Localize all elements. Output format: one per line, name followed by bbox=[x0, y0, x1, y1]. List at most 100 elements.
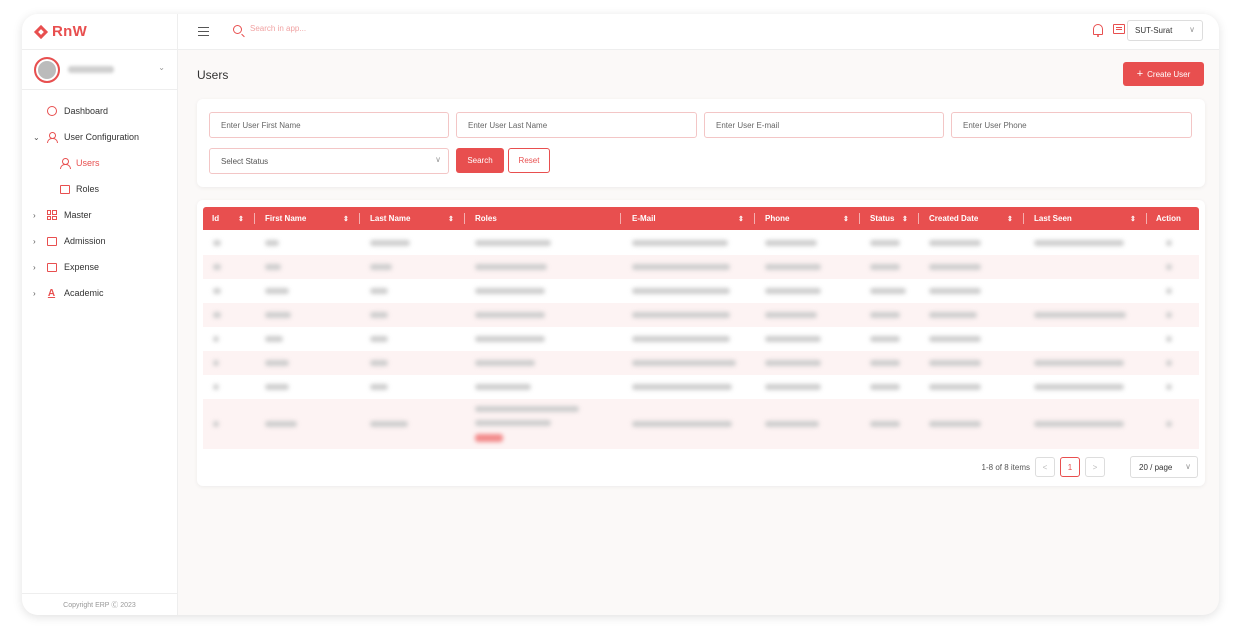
sidebar-item-master[interactable]: › Master bbox=[22, 202, 177, 228]
sort-icon[interactable]: ⇕ bbox=[448, 215, 454, 223]
column-header-label: Action bbox=[1156, 214, 1181, 223]
table-cell-blurred bbox=[929, 336, 981, 342]
app-window: RnW ⌄ Dashboard ⌄ User Configuration Use… bbox=[22, 14, 1219, 615]
sidebar-item-expense[interactable]: › Expense bbox=[22, 254, 177, 280]
sidebar-item-admission[interactable]: › Admission bbox=[22, 228, 177, 254]
dashboard-icon bbox=[46, 106, 57, 117]
search-button[interactable]: Search bbox=[456, 148, 504, 173]
chat-icon[interactable] bbox=[1113, 24, 1125, 34]
next-page-button[interactable]: > bbox=[1085, 457, 1105, 477]
column-header-created-date[interactable]: Created Date bbox=[929, 207, 978, 230]
logo[interactable]: RnW bbox=[22, 14, 177, 50]
table-cell-blurred bbox=[213, 312, 221, 318]
table-row[interactable] bbox=[203, 399, 1199, 449]
column-header-last-seen[interactable]: Last Seen bbox=[1034, 207, 1072, 230]
action-icon[interactable] bbox=[1166, 421, 1172, 427]
action-icon[interactable] bbox=[1166, 264, 1172, 270]
email-input[interactable] bbox=[704, 112, 944, 138]
table-cell-blurred bbox=[765, 312, 817, 318]
action-icon[interactable] bbox=[1166, 384, 1172, 390]
column-header-id[interactable]: Id bbox=[212, 207, 219, 230]
status-select-placeholder: Select Status bbox=[221, 156, 269, 166]
chevron-down-icon: ⌄ bbox=[158, 63, 165, 72]
table-cell-blurred bbox=[265, 384, 289, 390]
table-row[interactable] bbox=[203, 375, 1199, 399]
status-select[interactable]: Select Status ∨ bbox=[209, 148, 449, 174]
table-cell-blurred bbox=[632, 336, 730, 342]
branch-select-value: SUT-Surat bbox=[1135, 26, 1173, 35]
page-title: Users bbox=[197, 68, 229, 82]
table-cell-blurred bbox=[265, 264, 281, 270]
table-row[interactable] bbox=[203, 303, 1199, 327]
first-name-input[interactable] bbox=[209, 112, 449, 138]
academic-icon: A bbox=[47, 287, 56, 299]
sidebar-item-academic[interactable]: › A Academic bbox=[22, 280, 177, 306]
table-cell-blurred bbox=[475, 384, 531, 390]
bell-icon[interactable] bbox=[1093, 24, 1103, 37]
sort-icon[interactable]: ⇕ bbox=[238, 215, 244, 223]
action-icon[interactable] bbox=[1166, 312, 1172, 318]
table-row[interactable] bbox=[203, 231, 1199, 255]
table-row[interactable] bbox=[203, 351, 1199, 375]
user-icon bbox=[46, 132, 58, 143]
sidebar-nav: Dashboard ⌄ User Configuration Users Rol… bbox=[22, 90, 177, 306]
reset-button[interactable]: Reset bbox=[508, 148, 550, 173]
menu-icon[interactable] bbox=[198, 27, 209, 36]
table-row[interactable] bbox=[203, 279, 1199, 303]
action-icon[interactable] bbox=[1166, 360, 1172, 366]
table-cell-blurred bbox=[1034, 384, 1124, 390]
column-header-email[interactable]: E-Mail bbox=[632, 207, 656, 230]
sort-icon[interactable]: ⇕ bbox=[843, 215, 849, 223]
table-cell-blurred bbox=[870, 421, 900, 427]
sidebar-item-dashboard[interactable]: Dashboard bbox=[22, 98, 177, 124]
table-row[interactable] bbox=[203, 327, 1199, 351]
action-icon[interactable] bbox=[1166, 336, 1172, 342]
page-size-select[interactable]: 20 / page ∨ bbox=[1130, 456, 1198, 478]
search-input[interactable] bbox=[250, 24, 400, 33]
last-name-input[interactable] bbox=[456, 112, 697, 138]
table-cell-blurred bbox=[475, 288, 545, 294]
table-cell-blurred bbox=[632, 264, 730, 270]
column-divider bbox=[918, 213, 919, 224]
sidebar-item-label: Expense bbox=[64, 262, 100, 272]
action-icon[interactable] bbox=[1166, 288, 1172, 294]
table-cell-blurred bbox=[1034, 360, 1124, 366]
table-cell-blurred bbox=[632, 421, 732, 427]
prev-page-button[interactable]: < bbox=[1035, 457, 1055, 477]
page-number-button[interactable]: 1 bbox=[1060, 457, 1080, 477]
branch-select[interactable]: SUT-Surat ∨ bbox=[1127, 20, 1203, 41]
table-row[interactable] bbox=[203, 255, 1199, 279]
table-cell-blurred bbox=[213, 336, 219, 342]
sort-icon[interactable]: ⇕ bbox=[902, 215, 908, 223]
table-cell-blurred bbox=[765, 421, 819, 427]
phone-input[interactable] bbox=[951, 112, 1192, 138]
sort-icon[interactable]: ⇕ bbox=[343, 215, 349, 223]
sort-icon[interactable]: ⇕ bbox=[738, 215, 744, 223]
table-cell-blurred bbox=[765, 336, 821, 342]
action-icon[interactable] bbox=[1166, 240, 1172, 246]
column-header-status[interactable]: Status bbox=[870, 207, 894, 230]
table-cell-blurred bbox=[213, 421, 219, 427]
column-divider bbox=[1146, 213, 1147, 224]
sort-icon[interactable]: ⇕ bbox=[1130, 215, 1136, 223]
sort-icon[interactable]: ⇕ bbox=[1007, 215, 1013, 223]
sidebar-item-user-configuration[interactable]: ⌄ User Configuration bbox=[22, 124, 177, 150]
column-header-roles[interactable]: Roles bbox=[475, 207, 497, 230]
sidebar-item-users[interactable]: Users bbox=[22, 150, 177, 176]
users-icon bbox=[59, 158, 71, 169]
chevron-right-icon: > bbox=[1092, 462, 1098, 472]
table-cell-blurred bbox=[870, 312, 900, 318]
column-divider bbox=[464, 213, 465, 224]
sidebar-item-roles[interactable]: Roles bbox=[22, 176, 177, 202]
user-profile[interactable]: ⌄ bbox=[22, 50, 177, 90]
column-header-phone[interactable]: Phone bbox=[765, 207, 789, 230]
table-cell-blurred bbox=[265, 360, 289, 366]
column-header-last-name[interactable]: Last Name bbox=[370, 207, 410, 230]
column-header-first-name[interactable]: First Name bbox=[265, 207, 306, 230]
table-cell-blurred bbox=[213, 288, 221, 294]
table-cell-blurred bbox=[929, 312, 977, 318]
search-icon bbox=[233, 25, 242, 34]
table-cell-blurred bbox=[370, 336, 388, 342]
create-user-button[interactable]: + Create User bbox=[1123, 62, 1204, 86]
table-cell-blurred bbox=[765, 264, 821, 270]
